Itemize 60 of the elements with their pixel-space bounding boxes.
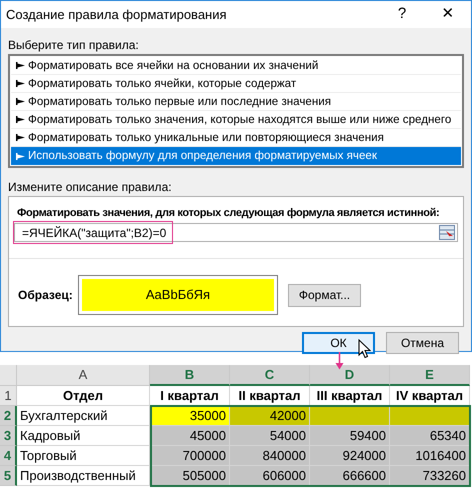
formula-text: =ЯЧЕЙКА("защита";B2)=0 bbox=[22, 224, 166, 242]
column-header[interactable]: A bbox=[17, 365, 150, 386]
section-label: Выберите тип правила: bbox=[8, 37, 140, 53]
table-cell: 54000 bbox=[230, 426, 310, 446]
bullet-icon bbox=[16, 116, 25, 123]
rule-type-item[interactable]: Форматировать только значения, которые находятся выше или ниже среднего bbox=[11, 111, 461, 129]
table-cell: 45000 bbox=[150, 426, 230, 446]
bullet-icon bbox=[16, 98, 25, 105]
row-header[interactable]: 2 bbox=[0, 406, 17, 426]
bullet-icon bbox=[16, 134, 25, 141]
table-cell: 840000 bbox=[230, 446, 310, 466]
table-cell: 42000 bbox=[230, 406, 310, 426]
row-header[interactable]: 5 bbox=[0, 466, 17, 486]
format-button[interactable]: Формат... bbox=[288, 284, 361, 306]
window-title: Создание правила форматирования bbox=[6, 6, 228, 24]
annotation-arrow bbox=[335, 352, 344, 370]
mouse-pointer-icon bbox=[358, 339, 371, 359]
cancel-button[interactable]: Отмена bbox=[386, 332, 459, 354]
row-header[interactable]: 3 bbox=[0, 426, 17, 446]
bullet-icon bbox=[16, 62, 25, 69]
section-label: Измените описание правила: bbox=[8, 179, 173, 196]
row-header[interactable]: 4 bbox=[0, 446, 17, 466]
table-cell: 1016400 bbox=[390, 446, 470, 466]
rule-type-item[interactable]: Использовать формулу для определения форматируемых ячеек bbox=[11, 147, 461, 165]
rule-type-item[interactable]: Форматировать только ячейки, которые содержат bbox=[11, 75, 461, 93]
rule-type-item[interactable]: Форматировать только первые или последние значения bbox=[11, 93, 461, 111]
table-cell: 65340 bbox=[390, 426, 470, 446]
column-header[interactable]: E bbox=[390, 365, 470, 386]
rule-type-item[interactable]: Форматировать все ячейки на основании их значений bbox=[11, 57, 461, 75]
table-cell: I квартал bbox=[150, 386, 230, 406]
table-cell: 606000 bbox=[230, 466, 310, 486]
formula-field[interactable]: =ЯЧЕЙКА("защита";B2)=0 bbox=[14, 223, 458, 242]
close-button[interactable]: ✕ bbox=[425, 1, 471, 28]
row-header[interactable]: 1 bbox=[0, 386, 17, 406]
table-cell: IV квартал bbox=[390, 386, 470, 406]
column-header[interactable]: D bbox=[310, 365, 390, 386]
range-select-icon[interactable] bbox=[439, 225, 455, 240]
table-cell: 35000 bbox=[150, 406, 230, 426]
table-cell: 666600 bbox=[310, 466, 390, 486]
table-cell: 733260 bbox=[390, 466, 470, 486]
sample-preview: AaBbБбЯя bbox=[82, 279, 274, 311]
bullet-icon bbox=[16, 80, 25, 87]
table-cell: II квартал bbox=[230, 386, 310, 406]
table-cell: Кадровый bbox=[17, 426, 150, 446]
table-cell: 924000 bbox=[310, 446, 390, 466]
formula-label: Форматировать значения, для которых следующая формула является истинной: bbox=[17, 206, 440, 220]
table-cell: Отдел bbox=[17, 386, 150, 406]
bullet-icon bbox=[16, 152, 25, 160]
sample-label: Образец: bbox=[18, 287, 74, 304]
column-header[interactable]: B bbox=[150, 365, 230, 386]
table-cell: 700000 bbox=[150, 446, 230, 466]
table-cell: Производственный bbox=[17, 466, 150, 486]
table-cell: III квартал bbox=[310, 386, 390, 406]
table-cell: 59400 bbox=[310, 426, 390, 446]
table-cell: 505000 bbox=[150, 466, 230, 486]
table-cell: Бухгалтерский bbox=[17, 406, 150, 426]
corner-cell[interactable] bbox=[0, 365, 17, 386]
column-header[interactable]: C bbox=[230, 365, 310, 386]
table-cell: Торговый bbox=[17, 446, 150, 466]
help-button[interactable]: ? bbox=[379, 1, 425, 28]
